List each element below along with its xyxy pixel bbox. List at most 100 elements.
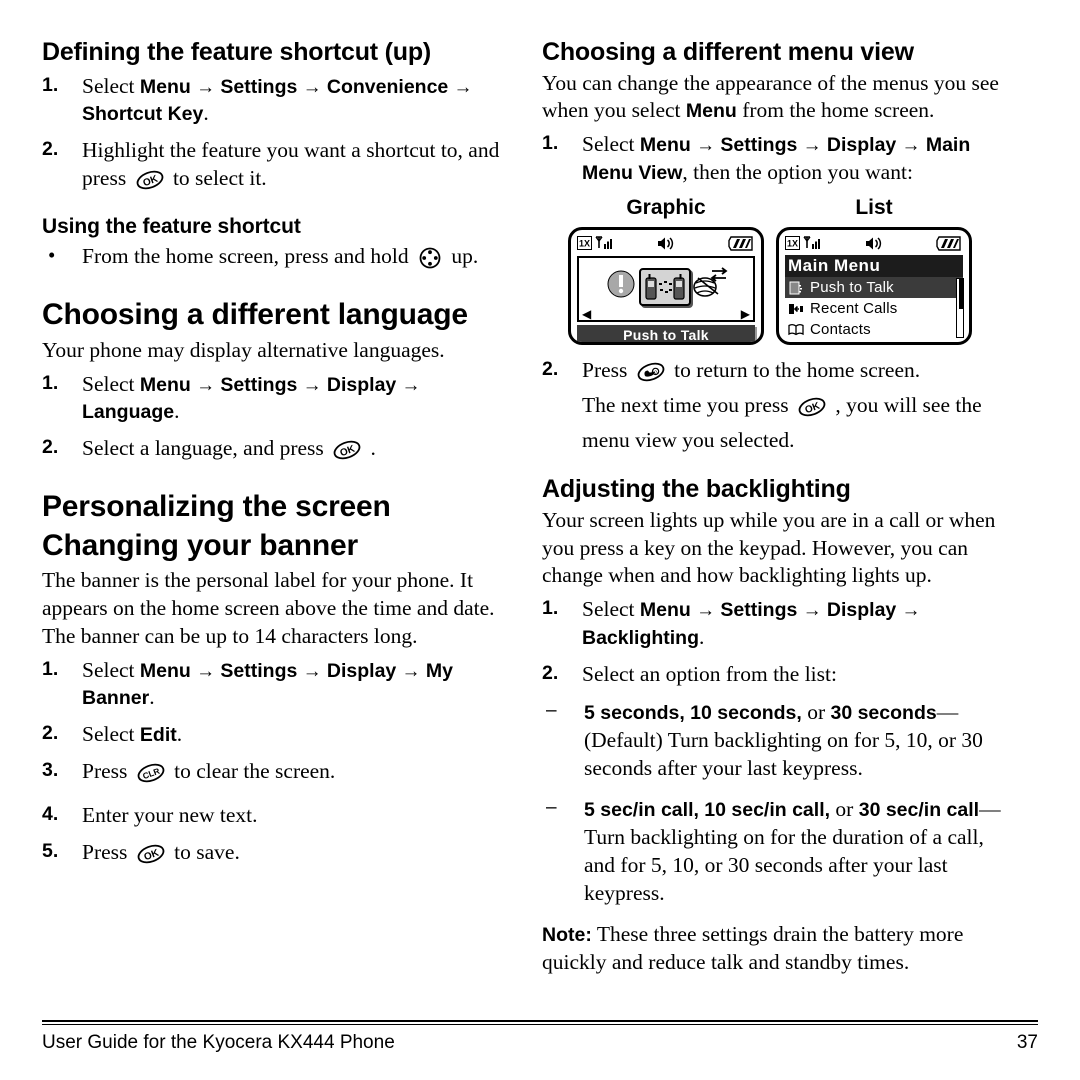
carousel-left-arrow-icon[interactable]: ◀: [582, 308, 591, 320]
step-text: Enter your new text.: [82, 803, 258, 828]
option-value: 5 sec/in call,: [584, 799, 699, 821]
ok-key-icon: OK: [332, 438, 362, 470]
option-text: 5 seconds, 10 seconds, or 30 seconds—(De…: [584, 700, 983, 781]
menu-path-item: Shortcut Key: [82, 103, 204, 126]
list-item-label: Push to Talk: [810, 279, 894, 297]
bullets-using-shortcut: • From the home screen, press and hold u…: [42, 243, 520, 278]
speaker-icon: [864, 235, 884, 257]
battery-icon: [728, 236, 754, 256]
svg-text:OK: OK: [141, 174, 160, 190]
manual-page: Defining the feature shortcut (up) 1. Se…: [0, 0, 1080, 1080]
arrow-icon: →: [896, 600, 921, 622]
1x-icon: 1X: [577, 235, 592, 255]
right-column: Choosing a different menu view You can c…: [542, 38, 1020, 979]
carousel-right-arrow-icon[interactable]: ▶: [741, 308, 750, 320]
status-left-icons: 1X: [577, 235, 614, 255]
menu-path-item: Display: [326, 659, 397, 682]
step-text: Select Menu → Settings → Display → Main …: [582, 132, 971, 185]
menu-path-item: Display: [826, 134, 897, 157]
menu-view-intro-text: You can change the appearance of the men…: [542, 70, 999, 123]
backlighting-options: – 5 seconds, 10 seconds, or 30 seconds—(…: [542, 699, 1020, 908]
note-block: Note: These three settings drain the bat…: [542, 921, 1020, 977]
step-number: 1.: [542, 132, 559, 155]
menu-view-figures: Graphic 1X ◀ ▶ Push to Talk List 1X Main…: [568, 196, 1020, 346]
step-number: 3.: [42, 759, 59, 782]
list-item[interactable]: Push to Talk: [785, 277, 963, 299]
step-item: 3. Press CLR to clear the screen.: [42, 758, 520, 793]
scrollbar-thumb[interactable]: [959, 279, 963, 310]
graphic-icon-carousel: ◀ ▶: [577, 256, 755, 323]
bullet-icon: •: [48, 243, 56, 268]
step-number: 1.: [42, 73, 59, 96]
menu-path-item: Convenience: [326, 75, 449, 98]
footer-content: User Guide for the Kyocera KX444 Phone 3…: [42, 1032, 1038, 1054]
web-icon[interactable]: [692, 267, 728, 306]
footer-rule-top: [42, 1020, 1038, 1022]
step-item: 5. Press OK to save.: [42, 839, 520, 874]
option-value: 10 seconds,: [690, 702, 802, 725]
heading-defining-feature-shortcut: Defining the feature shortcut (up): [42, 38, 432, 66]
menu-path-item: Settings: [720, 134, 798, 157]
signal-icon: [594, 235, 614, 255]
recent-calls-icon: [788, 302, 804, 316]
step-item: 2. Select a language, and press OK .: [42, 435, 520, 470]
status-bar: 1X: [577, 235, 755, 254]
list-item: • From the home screen, press and hold u…: [42, 243, 520, 278]
svg-text:OK: OK: [142, 848, 161, 864]
step-item: 2. Highlight the feature you want a shor…: [42, 137, 520, 200]
step-item: 2. Press 0 to return to the home screen.…: [542, 357, 1020, 455]
heading-choosing-different-language: Choosing a different language: [42, 298, 468, 332]
bullet-text: From the home screen, press and hold up.: [82, 244, 478, 269]
list-title: Main Menu: [785, 255, 963, 278]
step-number: 1.: [42, 657, 59, 680]
arrow-icon: →: [190, 374, 221, 396]
list-item: – 5 sec/in call, 10 sec/in call, or 30 s…: [542, 796, 1020, 908]
footer-rule-bottom: [42, 1024, 1038, 1025]
step-number: 1.: [542, 597, 559, 620]
push-to-talk-icon: [788, 281, 804, 295]
list-item-label: Recent Calls: [810, 300, 898, 318]
list-item[interactable]: Recent Calls: [785, 298, 963, 319]
svg-text:OK: OK: [339, 444, 358, 460]
step-item: 1. Select Menu → Settings → Display → My…: [42, 657, 520, 713]
step-number: 2.: [42, 722, 59, 745]
dash-bullet-icon: –: [546, 700, 557, 722]
steps-menu-view-continued: 2. Press 0 to return to the home screen.…: [542, 357, 1020, 455]
step-text: Select Menu → Settings → Display → Backl…: [582, 597, 921, 650]
steps-backlighting: 1. Select Menu → Settings → Display → Ba…: [542, 596, 1020, 689]
alert-icon[interactable]: [604, 267, 638, 306]
list-item: – 5 seconds, 10 seconds, or 30 seconds—(…: [542, 699, 1020, 783]
banner-intro-text: The banner is the personal label for you…: [42, 567, 495, 648]
heading-choosing-different-menu-view: Choosing a different menu view: [542, 38, 914, 66]
list-item[interactable]: Contacts: [785, 319, 963, 340]
menu-item-edit: Edit: [139, 724, 177, 747]
menu-path-item: Backlighting: [582, 627, 700, 650]
menu-path-item: Settings: [220, 659, 298, 682]
figure-graphic: Graphic 1X ◀ ▶ Push to Talk: [568, 196, 764, 346]
step-item: 1. Select Menu → Settings → Display → Ma…: [542, 131, 1020, 187]
menu-path-item: Menu: [139, 75, 191, 98]
steps-menu-view: 1. Select Menu → Settings → Display → Ma…: [542, 131, 1020, 187]
carousel-icons: [604, 267, 728, 306]
step-text: Select Menu → Settings → Display → My Ba…: [82, 657, 453, 710]
step-text: Select an option from the list:: [582, 662, 837, 687]
heading-personalizing-the-screen: Personalizing the screen: [42, 490, 391, 524]
footer-page-number: 37: [1016, 1032, 1038, 1053]
option-value: 5 seconds,: [584, 702, 685, 725]
svg-text:1X: 1X: [787, 238, 798, 248]
menu-path-item: Settings: [220, 373, 298, 396]
step-number: 5.: [42, 840, 59, 863]
push-to-talk-icon[interactable]: [639, 267, 691, 306]
end-key-icon: 0: [636, 360, 666, 392]
clear-key-icon: CLR: [136, 761, 166, 793]
status-left-icons: 1X: [785, 235, 822, 255]
page-footer: User Guide for the Kyocera KX444 Phone 3…: [42, 1020, 1038, 1054]
step-number: 4.: [42, 803, 59, 826]
steps-changing-banner: 1. Select Menu → Settings → Display → My…: [42, 657, 520, 875]
arrow-icon: →: [690, 600, 721, 622]
step-text: Highlight the feature you want a shortcu…: [82, 138, 499, 190]
step-item: 2. Select an option from the list:: [542, 661, 1020, 689]
arrow-icon: →: [797, 600, 827, 622]
contacts-icon: [788, 323, 804, 336]
backlighting-intro-text: Your screen lights up while you are in a…: [542, 507, 996, 588]
